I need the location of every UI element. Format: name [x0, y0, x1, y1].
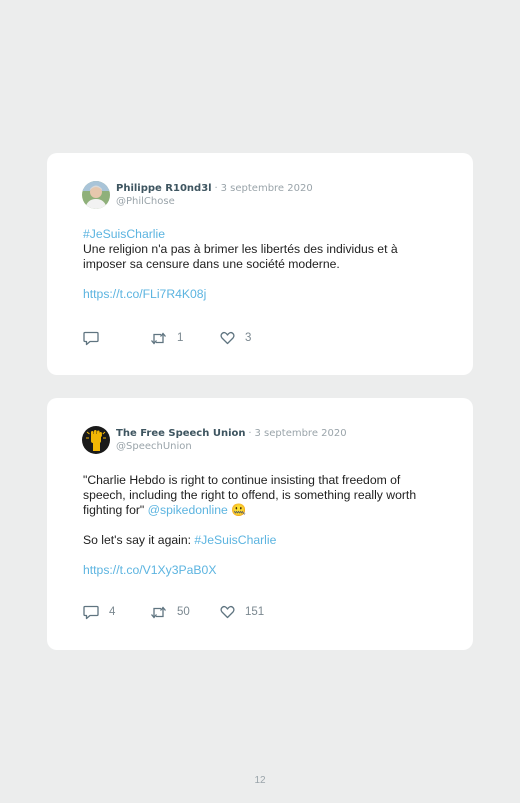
tweet-card: The Free Speech Union · 3 septembre 2020… — [47, 398, 473, 650]
tweet-url[interactable]: https://t.co/V1Xy3PaB0X — [83, 563, 216, 577]
reply-button[interactable]: 4 — [83, 604, 115, 620]
page-number: 12 — [254, 775, 266, 786]
tweet-quote: "Charlie Hebdo is right to continue insi… — [83, 473, 417, 517]
separator: · — [214, 183, 218, 194]
like-button[interactable]: 151 — [220, 604, 264, 620]
avatar[interactable] — [82, 426, 110, 454]
tweet-author: The Free Speech Union · 3 septembre 2020… — [116, 427, 347, 453]
reply-count: 4 — [109, 606, 116, 618]
tweet-text: So let's say it again: — [83, 533, 192, 547]
author-name[interactable]: The Free Speech Union — [116, 428, 245, 439]
reply-icon — [83, 331, 99, 345]
reply-button[interactable] — [83, 330, 99, 346]
reply-icon — [83, 605, 99, 619]
author-handle[interactable]: @SpeechUnion — [116, 440, 347, 453]
tweet-url[interactable]: https://t.co/FLi7R4K08j — [83, 287, 206, 301]
tweet-body: "Charlie Hebdo is right to continue insi… — [83, 473, 435, 578]
retweet-count: 1 — [177, 332, 184, 344]
like-count: 3 — [245, 332, 252, 344]
retweet-icon — [151, 331, 166, 345]
separator: · — [248, 428, 252, 439]
hashtag-link[interactable]: #JeSuisCharlie — [83, 227, 165, 241]
tweet-date[interactable]: 3 septembre 2020 — [221, 183, 313, 194]
zipper-mouth-emoji: 🤐 — [231, 503, 247, 517]
tweet-text: Une religion n'a pas à brimer les libert… — [83, 242, 398, 271]
author-handle[interactable]: @PhilChose — [116, 195, 313, 208]
retweet-icon — [151, 605, 166, 619]
tweet-body: #JeSuisCharlie Une religion n'a pas à br… — [83, 227, 435, 302]
mention-link[interactable]: @spikedonline — [148, 503, 228, 517]
retweet-count: 50 — [177, 606, 190, 618]
profile-photo-icon — [82, 181, 110, 209]
tweet-date[interactable]: 3 septembre 2020 — [255, 428, 347, 439]
like-count: 151 — [245, 606, 265, 618]
like-button[interactable]: 3 — [220, 330, 251, 346]
tweet-card: Philippe R10nd3l · 3 septembre 2020 @Phi… — [47, 153, 473, 375]
like-icon — [220, 605, 235, 619]
avatar[interactable] — [82, 181, 110, 209]
tweet-author: Philippe R10nd3l · 3 septembre 2020 @Phi… — [116, 182, 313, 208]
raised-fist-logo-icon — [82, 426, 110, 454]
hashtag-link[interactable]: #JeSuisCharlie — [194, 533, 276, 547]
retweet-button[interactable]: 1 — [150, 330, 183, 346]
retweet-button[interactable]: 50 — [150, 604, 190, 620]
like-icon — [220, 331, 235, 345]
author-name[interactable]: Philippe R10nd3l — [116, 183, 212, 194]
